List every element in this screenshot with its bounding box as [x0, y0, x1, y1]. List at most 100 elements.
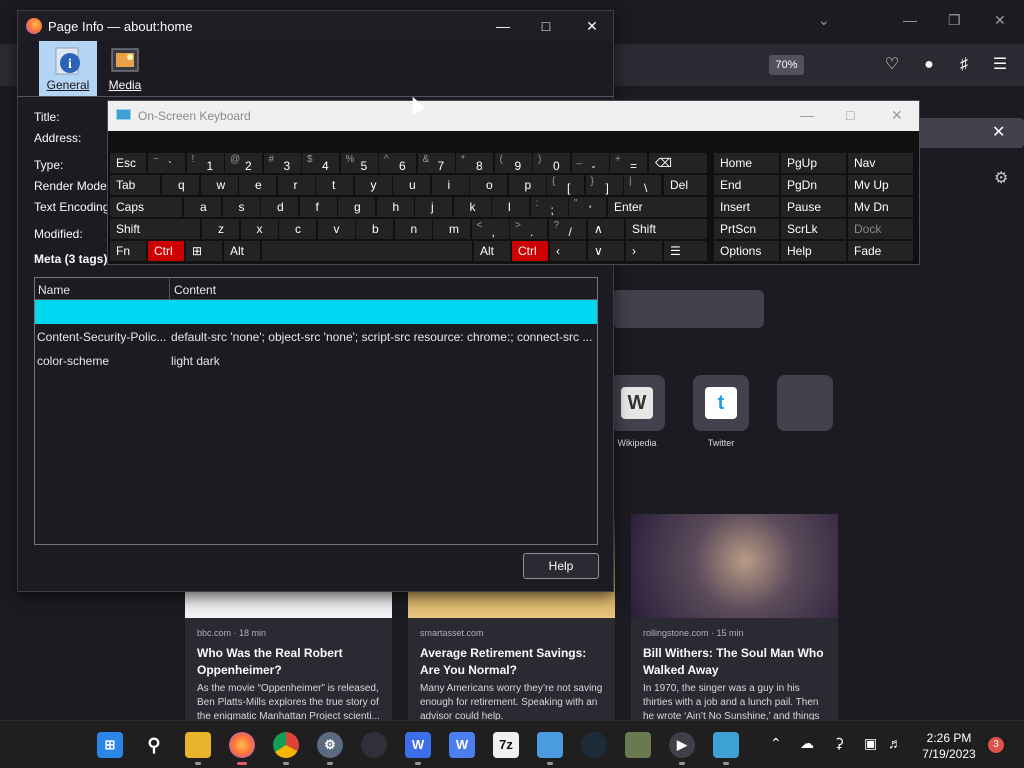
key-del[interactable]: Del: [664, 175, 707, 195]
arrow-left-icon[interactable]: ‹: [550, 241, 586, 261]
column-divider[interactable]: [169, 278, 170, 300]
key-=[interactable]: + =: [610, 153, 647, 173]
key-t[interactable]: t: [316, 175, 353, 195]
key-h[interactable]: h: [376, 197, 414, 217]
story-card[interactable]: rollingstone.com · 15 min Bill Withers: …: [631, 514, 838, 720]
key-.[interactable]: >.: [510, 219, 547, 239]
key-ctrl-left[interactable]: Ctrl: [148, 241, 184, 261]
maximize-icon[interactable]: ❐: [948, 12, 961, 29]
key-1[interactable]: ! 1: [186, 153, 224, 173]
key-[[interactable]: {[: [547, 175, 584, 195]
file-explorer-icon[interactable]: [185, 732, 211, 758]
key-i[interactable]: i: [431, 175, 469, 195]
search-icon[interactable]: ⚲: [141, 732, 167, 758]
key-s[interactable]: s: [222, 197, 260, 217]
key-help[interactable]: Help: [781, 241, 846, 261]
gear-icon[interactable]: ⚙: [994, 168, 1008, 188]
tab-media[interactable]: Media: [96, 41, 154, 96]
extensions-icon[interactable]: ♯: [953, 54, 975, 76]
key-prtscn[interactable]: PrtScn: [714, 219, 779, 239]
key-][interactable]: }]: [585, 175, 623, 195]
arrow-up-icon[interactable]: ∧: [588, 219, 624, 239]
key-q[interactable]: q: [162, 175, 199, 195]
key-k[interactable]: k: [453, 197, 491, 217]
key-r[interactable]: r: [277, 175, 315, 195]
key-n[interactable]: n: [394, 219, 432, 239]
key-y[interactable]: y: [354, 175, 392, 195]
account-icon[interactable]: ●: [918, 54, 940, 76]
key-alt-right[interactable]: Alt: [474, 241, 510, 261]
key-9[interactable]: (9: [494, 153, 532, 173]
display-icon[interactable]: ▣: [864, 735, 877, 752]
key-e[interactable]: e: [239, 175, 276, 195]
writer-icon[interactable]: W: [405, 732, 431, 758]
key-'[interactable]: " ': [569, 197, 606, 217]
key-options[interactable]: Options: [714, 241, 779, 261]
key-ctrl-right[interactable]: Ctrl: [512, 241, 548, 261]
key-a[interactable]: a: [184, 197, 221, 217]
key-;[interactable]: :;: [530, 197, 568, 217]
key-p[interactable]: p: [508, 175, 546, 195]
key-space[interactable]: [262, 241, 472, 261]
minimize-icon[interactable]: —: [488, 16, 518, 36]
key-fade[interactable]: Fade: [848, 241, 913, 261]
clock[interactable]: 2:26 PM 7/19/2023: [916, 730, 982, 762]
minimize-icon[interactable]: —: [903, 12, 917, 28]
osk-taskbar-icon[interactable]: [713, 732, 739, 758]
column-header-content[interactable]: Content: [174, 283, 216, 297]
close-icon[interactable]: ✕: [577, 16, 607, 36]
shortcut-twitter[interactable]: t: [693, 375, 749, 431]
writer-alt-icon[interactable]: W: [449, 732, 475, 758]
key-esc[interactable]: Esc: [110, 153, 146, 173]
key-u[interactable]: u: [393, 175, 430, 195]
key-5[interactable]: % 5: [340, 153, 378, 173]
key-2[interactable]: @2: [225, 153, 262, 173]
microphone-icon[interactable]: ⚳: [834, 735, 844, 752]
list-tabs-chevron-icon[interactable]: ⌄: [818, 12, 830, 29]
table-row[interactable]: Content-Security-Polic... default-src 'n…: [35, 324, 597, 348]
key-l[interactable]: l: [492, 197, 529, 217]
notepad-icon[interactable]: [537, 732, 563, 758]
arrow-down-icon[interactable]: ∨: [588, 241, 624, 261]
network-icon[interactable]: ☁: [800, 735, 814, 752]
key-\[interactable]: | \: [624, 175, 661, 195]
backspace-icon[interactable]: ⌫: [649, 153, 707, 173]
firefox-icon[interactable]: [229, 732, 255, 758]
meta-table[interactable]: Name Content Content-Security-Polic... d…: [34, 277, 598, 545]
obs-icon[interactable]: [361, 732, 387, 758]
key-scrlk[interactable]: ScrLk: [781, 219, 846, 239]
key-7[interactable]: & 7: [417, 153, 455, 173]
table-row[interactable]: color-scheme light dark: [35, 348, 597, 372]
key-insert[interactable]: Insert: [714, 197, 779, 217]
key-4[interactable]: $4: [302, 153, 339, 173]
key-g[interactable]: g: [338, 197, 375, 217]
key-/[interactable]: ? /: [548, 219, 586, 239]
app-menu-icon[interactable]: ☰: [989, 54, 1011, 76]
chevron-up-icon[interactable]: ⌃: [770, 735, 782, 752]
newtab-search-box[interactable]: [612, 290, 764, 328]
chrome-icon[interactable]: [273, 732, 299, 758]
notification-close-icon[interactable]: ✕: [992, 122, 1005, 142]
shortcut-wikipedia[interactable]: W: [609, 375, 665, 431]
arrow-right-icon[interactable]: ›: [626, 241, 662, 261]
volume-icon[interactable]: ♬: [888, 735, 902, 751]
7zip-icon[interactable]: 7z: [493, 732, 519, 758]
key-v[interactable]: v: [317, 219, 355, 239]
help-button[interactable]: Help: [523, 553, 599, 579]
key-pgup[interactable]: PgUp: [781, 153, 846, 173]
maximize-icon[interactable]: □: [531, 16, 561, 36]
photos-icon[interactable]: [625, 732, 651, 758]
key-,[interactable]: <,: [471, 219, 509, 239]
close-icon[interactable]: ✕: [994, 12, 1006, 29]
key-f[interactable]: f: [299, 197, 337, 217]
selected-row[interactable]: [35, 300, 597, 324]
key-fn[interactable]: Fn: [110, 241, 146, 261]
key-pgdn[interactable]: PgDn: [781, 175, 846, 195]
key-mvdn[interactable]: Mv Dn: [848, 197, 913, 217]
key-dock[interactable]: Dock: [848, 219, 913, 239]
key-tab[interactable]: Tab: [110, 175, 160, 195]
zoom-level-button[interactable]: 70%: [769, 55, 804, 75]
key-6[interactable]: ^ 6: [379, 153, 416, 173]
key-o[interactable]: o: [470, 175, 507, 195]
key-shift-right[interactable]: Shift: [626, 219, 707, 239]
